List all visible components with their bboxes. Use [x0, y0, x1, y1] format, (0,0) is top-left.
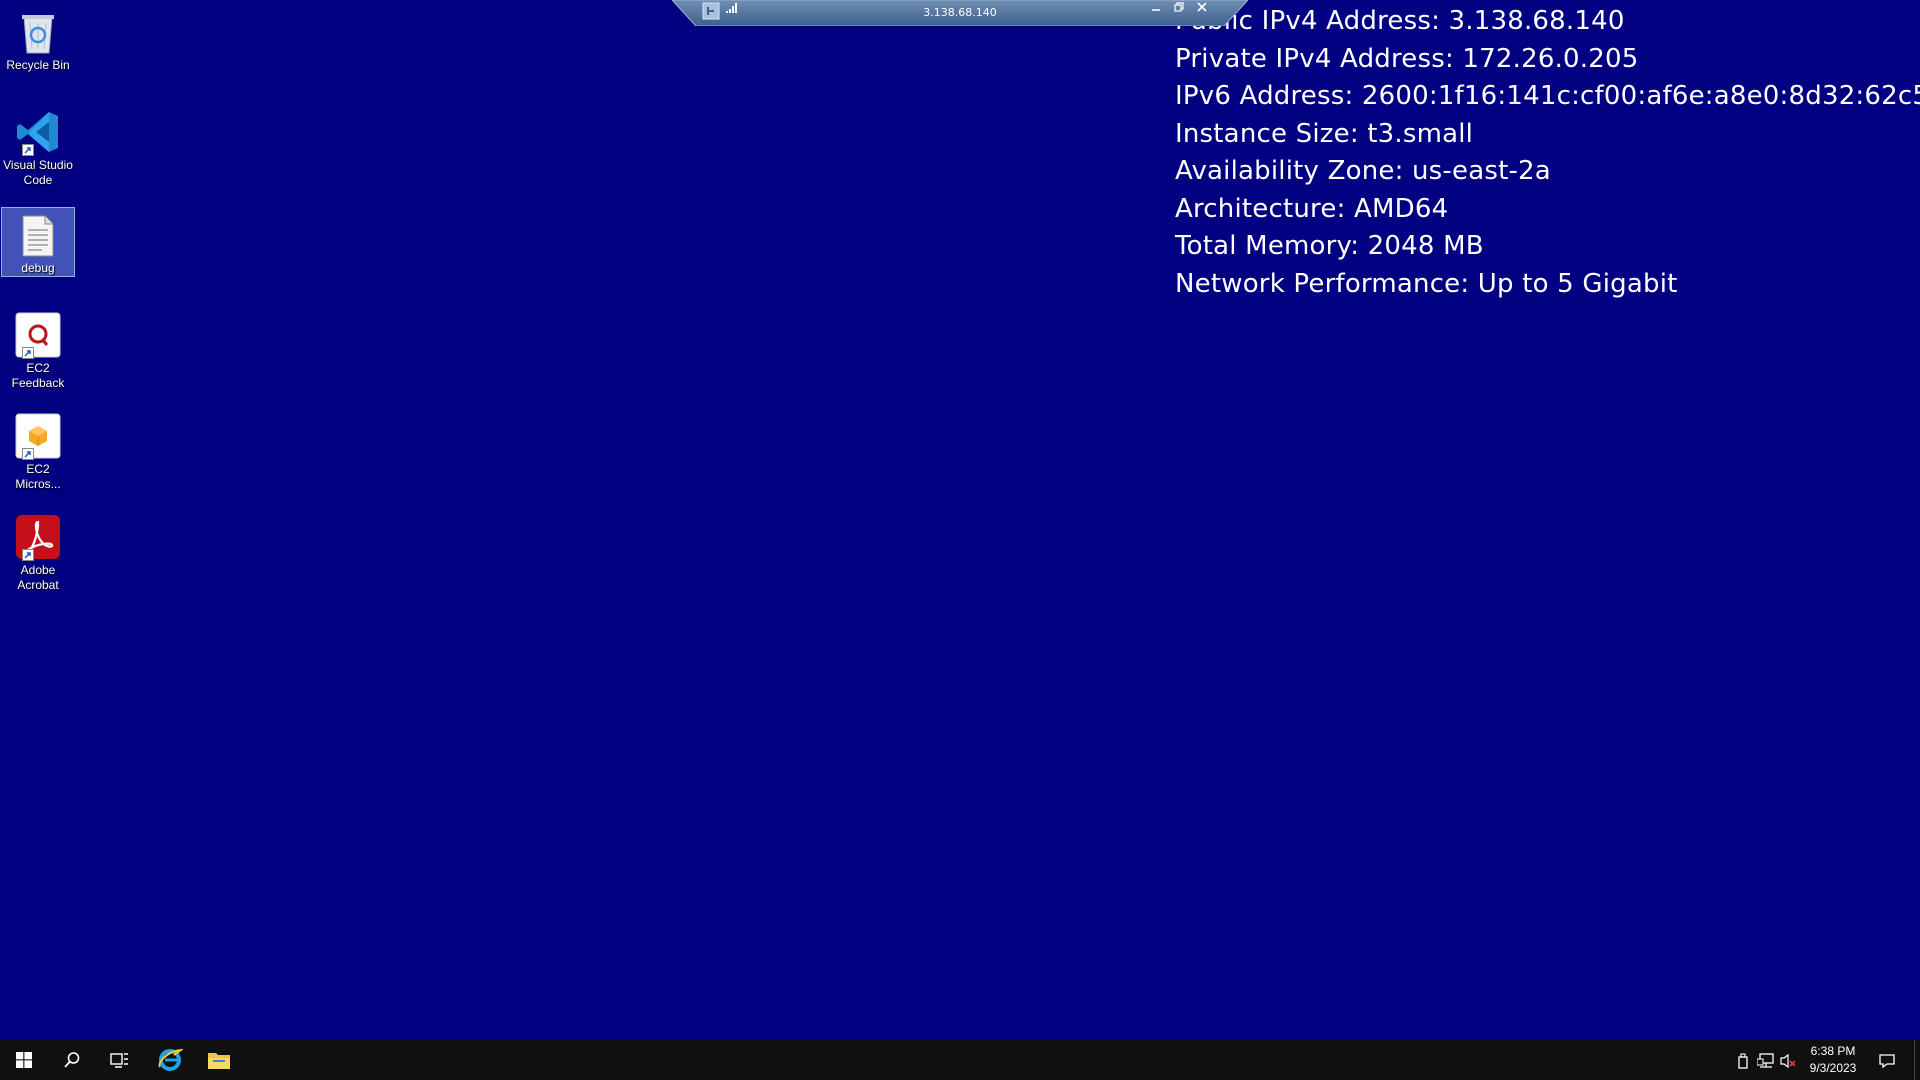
vscode-shortcut[interactable]: Visual Studio Code: [1, 104, 75, 190]
shortcut-arrow-icon: [22, 347, 34, 359]
close-icon[interactable]: [1197, 2, 1217, 22]
desktop: Recycle Bin Visual Studio Code debug EC2…: [0, 0, 1920, 1040]
file-explorer-icon[interactable]: [195, 1040, 243, 1080]
recycle-bin-shortcut[interactable]: Recycle Bin: [1, 4, 75, 78]
bginfo-instance-size: Instance Size: t3.small: [1175, 118, 1474, 149]
usb-device-icon[interactable]: [1734, 1052, 1752, 1070]
minimize-icon[interactable]: [1151, 2, 1171, 22]
shortcut-arrow-icon: [22, 448, 34, 460]
system-clock[interactable]: 6:38 PM 9/3/2023: [1795, 1043, 1871, 1077]
bginfo-availability-zone: Availability Zone: us-east-2a: [1175, 156, 1551, 186]
network-icon[interactable]: [1757, 1052, 1775, 1070]
recycle-bin-icon: [14, 8, 62, 56]
show-desktop-button[interactable]: [1914, 1040, 1920, 1080]
bginfo-total-memory: Total Memory: 2048 MB: [1175, 231, 1484, 261]
internet-explorer-icon[interactable]: [146, 1040, 194, 1080]
adobe-acrobat-shortcut[interactable]: Adobe Acrobat: [1, 509, 75, 595]
ec2-microsoft-shortcut[interactable]: EC2 Micros...: [1, 408, 75, 494]
taskbar: 6:38 PM 9/3/2023: [0, 1040, 1920, 1080]
bginfo-architecture: Architecture: AMD64: [1175, 193, 1449, 224]
adobe-acrobat-label: Adobe Acrobat: [17, 563, 59, 592]
shortcut-arrow-icon: [22, 549, 34, 561]
vscode-label: Visual Studio Code: [3, 158, 73, 187]
recycle-bin-label: Recycle Bin: [6, 58, 70, 72]
clock-time: 6:38 PM: [1810, 1044, 1856, 1058]
windows-start-icon[interactable]: [0, 1040, 48, 1080]
adobe-acrobat-icon: [14, 513, 62, 561]
debug-file-shortcut[interactable]: debug: [1, 207, 75, 277]
bginfo-public-ipv4: Public IPv4 Address: 3.138.68.140: [1175, 6, 1625, 36]
bginfo-panel: Public IPv4 Address: 3.138.68.140 Privat…: [1175, 3, 1920, 303]
rdp-connection-bar[interactable]: 3.138.68.140: [672, 0, 1248, 26]
ec2-microsoft-icon: [14, 412, 62, 460]
search-icon[interactable]: [48, 1040, 96, 1080]
clock-date: 9/3/2023: [1809, 1061, 1857, 1075]
restore-icon[interactable]: [1174, 2, 1194, 22]
vscode-icon: [14, 108, 62, 156]
debug-file-label: debug: [21, 261, 55, 275]
ec2-feedback-icon: [14, 311, 62, 359]
ec2-feedback-label: EC2 Feedback: [11, 361, 65, 390]
bginfo-private-ipv4: Private IPv4 Address: 172.26.0.205: [1175, 43, 1639, 74]
ec2-feedback-shortcut[interactable]: EC2 Feedback: [1, 307, 75, 393]
shortcut-arrow-icon: [22, 144, 34, 156]
bginfo-ipv6: IPv6 Address: 2600:1f16:141c:cf00:af6e:a…: [1175, 81, 1920, 111]
bginfo-network-performance: Network Performance: Up to 5 Gigabit: [1175, 268, 1678, 299]
text-file-icon: [14, 212, 62, 259]
action-center-icon[interactable]: [1878, 1052, 1896, 1070]
task-view-icon[interactable]: [96, 1040, 144, 1080]
ec2-microsoft-label: EC2 Micros...: [15, 462, 61, 491]
